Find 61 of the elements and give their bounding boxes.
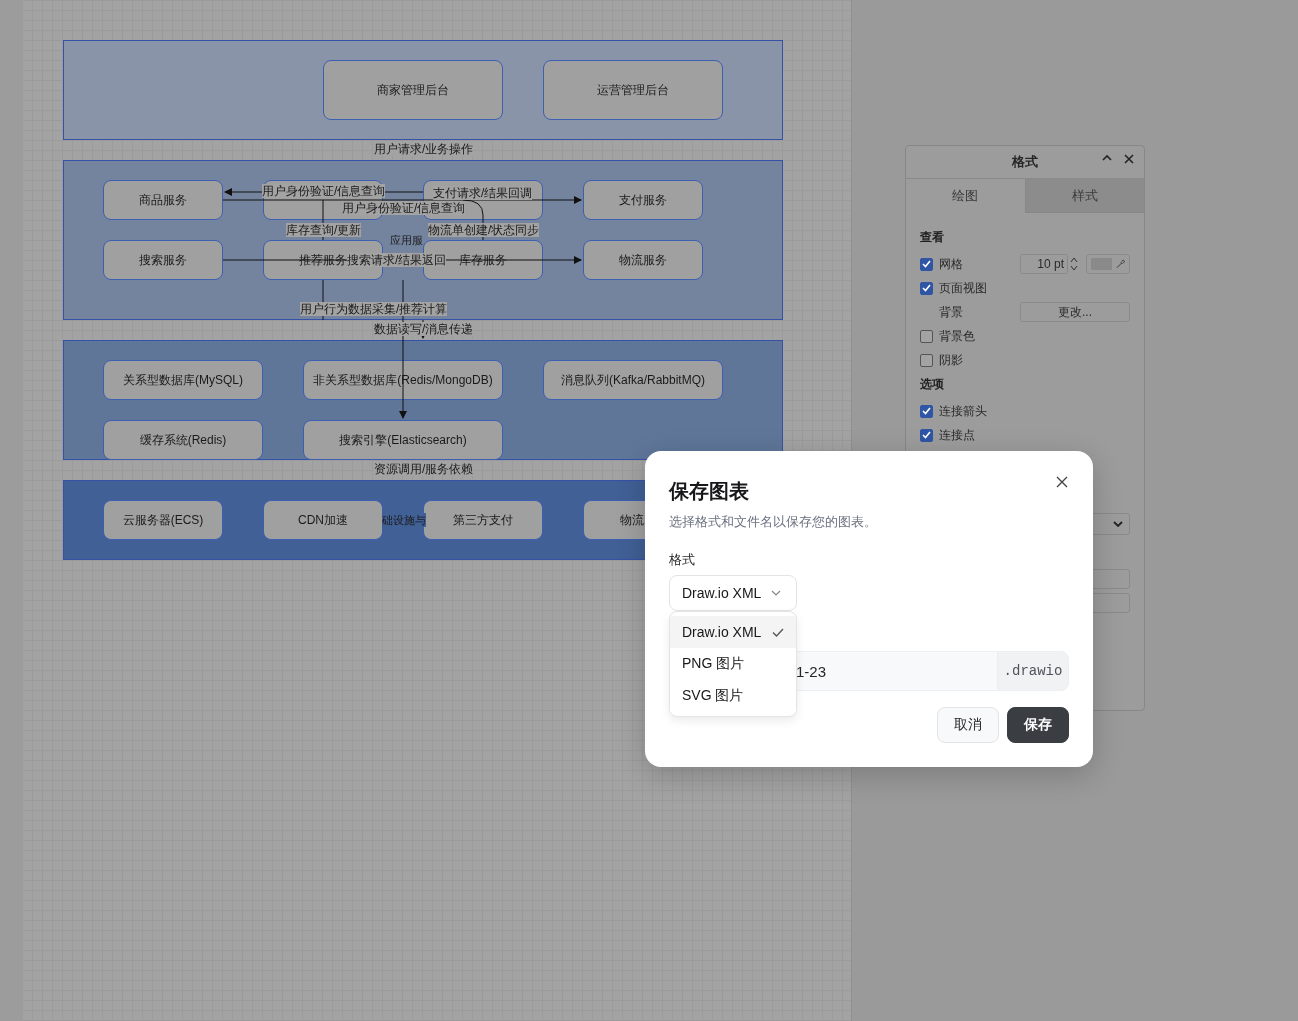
edge-label: 物流单创建/状态同步	[428, 223, 540, 237]
checkbox[interactable]	[920, 257, 933, 271]
checkbox[interactable]	[920, 404, 933, 418]
grid-size-field[interactable]: 10 pt	[1020, 254, 1068, 274]
stepper-icon[interactable]	[1070, 255, 1078, 273]
field-label: 格式	[669, 551, 695, 569]
diagram-node: CDN加速	[263, 500, 383, 540]
panel-tab[interactable]: 样式	[1025, 179, 1144, 213]
edge-label: 支付请求/结果回调	[433, 186, 533, 200]
checkbox[interactable]	[920, 329, 933, 343]
checkbox[interactable]	[920, 281, 933, 295]
diagram-node: 搜索服务	[103, 240, 223, 280]
diagram-node: 缓存系统(Redis)	[103, 420, 263, 460]
cancel-button[interactable]: 取消	[937, 707, 999, 743]
save-button[interactable]: 保存	[1007, 707, 1069, 743]
chevron-icon	[1113, 521, 1123, 527]
diagram-node: 物流服务	[583, 240, 703, 280]
checkbox[interactable]	[920, 428, 933, 442]
diagram-node: 非关系型数据库(Redis/MongoDB)	[303, 360, 503, 400]
close-icon[interactable]	[1124, 154, 1134, 164]
option-label: 背景色	[939, 327, 976, 345]
edge-label: 用户身份验证/信息查询	[262, 184, 386, 198]
option-label: 连接箭头	[939, 402, 988, 420]
option-label: 连接点	[939, 426, 976, 444]
diagram-node: 商家管理后台	[323, 60, 503, 120]
extension-label: .drawio	[997, 651, 1069, 691]
diagram-node: 消息队列(Kafka/RabbitMQ)	[543, 360, 723, 400]
edge-label: 用户行为数据采集/推荐计算	[300, 302, 448, 316]
layer-label: 础设施与	[382, 513, 426, 527]
edge-label: 用户身份验证/信息查询	[342, 201, 466, 215]
option-label: 网格	[939, 255, 964, 273]
diagram-node: 运营管理后台	[543, 60, 723, 120]
format-select[interactable]: Draw.io XML	[669, 575, 797, 611]
diagram-node: 支付服务	[583, 180, 703, 220]
eyedropper-icon	[1115, 259, 1125, 269]
section-title: 选项	[920, 376, 945, 393]
panel-title: 格式	[1012, 153, 1038, 171]
layer-label: 应用服	[390, 233, 423, 247]
edge-label: 搜索请求/结果返回	[347, 253, 447, 267]
edge-label: 数据读写/消息传递	[374, 322, 474, 336]
collapse-icon[interactable]	[1102, 154, 1112, 162]
check-icon	[772, 627, 784, 637]
checkbox[interactable]	[920, 353, 933, 367]
option-label: 阴影	[939, 351, 964, 369]
diagram-node: 关系型数据库(MySQL)	[103, 360, 263, 400]
color-picker[interactable]	[1086, 254, 1130, 274]
close-button[interactable]	[1055, 475, 1069, 489]
menu-item[interactable]: PNG 图片	[670, 648, 796, 680]
menu-item[interactable]: Draw.io XML	[670, 616, 796, 648]
diagram-node: 搜索引擎(Elasticsearch)	[303, 420, 503, 460]
option-label: 背景	[939, 303, 964, 321]
diagram-node: 商品服务	[103, 180, 223, 220]
change-button[interactable]: 更改...	[1020, 302, 1130, 322]
section-title: 查看	[920, 229, 945, 246]
edge-label: 库存查询/更新	[286, 223, 362, 237]
diagram-node: 云服务器(ECS)	[103, 500, 223, 540]
option-label: 页面视图	[939, 279, 988, 297]
menu-item[interactable]: SVG 图片	[670, 680, 796, 712]
edge-label: 用户请求/业务操作	[374, 142, 474, 156]
chevron-icon	[771, 590, 782, 596]
edge-label: 资源调用/服务依赖	[374, 462, 474, 476]
